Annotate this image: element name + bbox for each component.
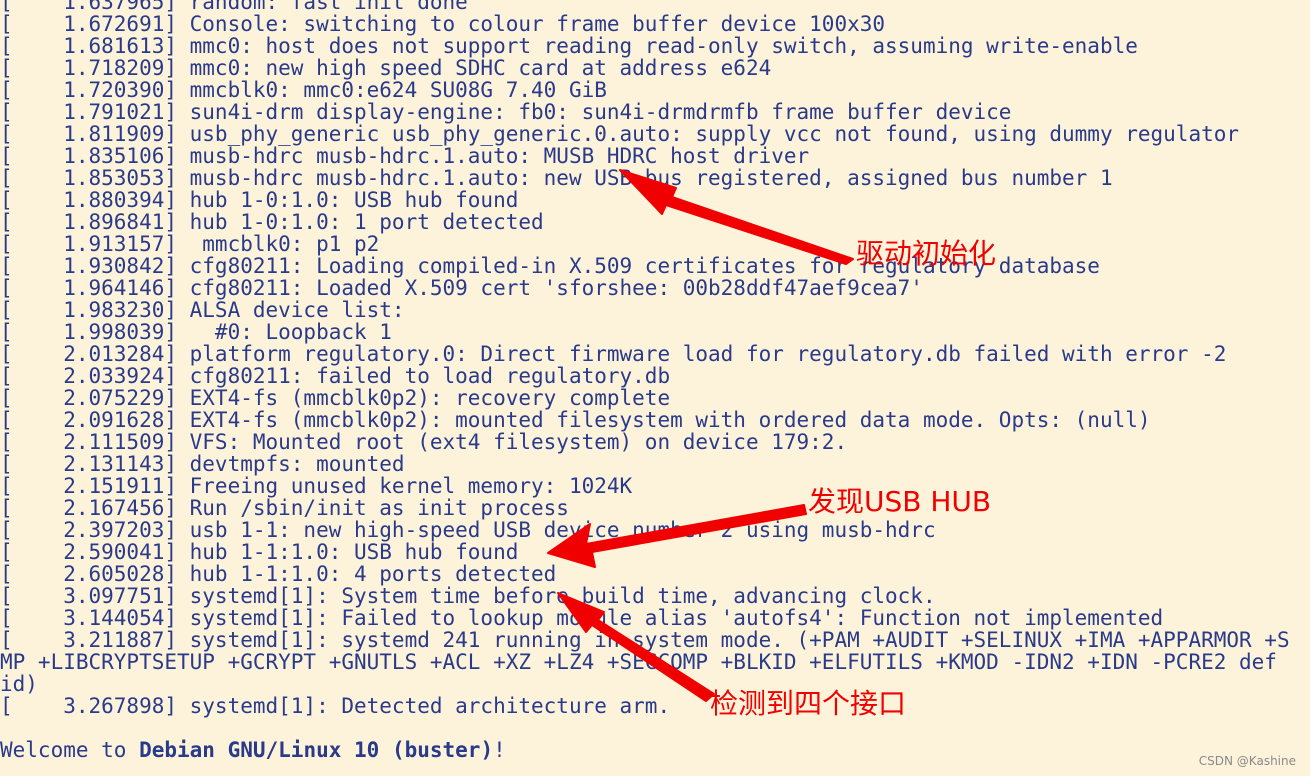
log-line: [ 2.111509] VFS: Mounted root (ext4 file… xyxy=(0,430,848,454)
log-line: [ 2.131143] devtmpfs: mounted xyxy=(0,452,405,476)
log-line: [ 2.151911] Freeing unused kernel memory… xyxy=(0,474,633,498)
log-line: [ 1.913157] mmcblk0: p1 p2 xyxy=(0,232,380,256)
log-line: [ 3.267898] systemd[1]: Detected archite… xyxy=(0,694,671,718)
log-line: [ 2.013284] platform regulatory.0: Direc… xyxy=(0,342,1227,366)
log-line: [ 3.097751] systemd[1]: System time befo… xyxy=(0,584,936,608)
log-line: [ 1.896841] hub 1-0:1.0: 1 port detected xyxy=(0,210,544,234)
log-line: [ 3.144054] systemd[1]: Failed to lookup… xyxy=(0,606,1164,630)
log-line: [ 1.672691] Console: switching to colour… xyxy=(0,12,886,36)
log-line: [ 1.853053] musb-hdrc musb-hdrc.1.auto: … xyxy=(0,166,1113,190)
log-line: [ 1.880394] hub 1-0:1.0: USB hub found xyxy=(0,188,519,212)
annotation-four-ports: 检测到四个接口 xyxy=(710,687,907,720)
log-line: [ 2.091628] EXT4-fs (mmcblk0p2): mounted… xyxy=(0,408,1151,432)
watermark: CSDN @Kashine xyxy=(1198,754,1296,768)
log-line: [ 2.590041] hub 1-1:1.0: USB hub found xyxy=(0,540,519,564)
log-line: [ 2.167456] Run /sbin/init as init proce… xyxy=(0,496,569,520)
log-line: [ 1.681613] mmc0: host does not support … xyxy=(0,34,1138,58)
log-line: [ 1.791021] sun4i-drm display-engine: fb… xyxy=(0,100,1012,124)
welcome-prefix: Welcome to xyxy=(0,738,140,761)
log-line: [ 1.835106] musb-hdrc musb-hdrc.1.auto: … xyxy=(0,144,810,168)
log-line: [ 1.930842] cfg80211: Loading compiled-i… xyxy=(0,254,1100,278)
log-line: [ 2.605028] hub 1-1:1.0: 4 ports detecte… xyxy=(0,562,557,586)
welcome-os-name: Debian GNU/Linux 10 (buster) xyxy=(139,738,494,761)
log-line: [ 2.075229] EXT4-fs (mmcblk0p2): recover… xyxy=(0,386,671,410)
log-line: [ 2.033924] cfg80211: failed to load reg… xyxy=(0,364,671,388)
terminal-output: [ 1.637965] random: fast init done[ 1.67… xyxy=(0,0,1310,761)
log-line: id) xyxy=(0,672,38,696)
log-line: [ 1.720390] mmcblk0: mmc0:e624 SU08G 7.4… xyxy=(0,78,607,102)
welcome-suffix: ! xyxy=(493,738,506,761)
log-line: [ 1.964146] cfg80211: Loaded X.509 cert … xyxy=(0,276,923,300)
annotation-usb-hub-found: 发现USB HUB xyxy=(808,485,992,518)
log-line: MP +LIBCRYPTSETUP +GCRYPT +GNUTLS +ACL +… xyxy=(0,650,1277,674)
log-line: [ 1.718209] mmc0: new high speed SDHC ca… xyxy=(0,56,772,80)
annotation-driver-init: 驱动初始化 xyxy=(856,237,997,270)
welcome-line: Welcome to Debian GNU/Linux 10 (buster)! xyxy=(0,739,1310,761)
log-line: [ 1.811909] usb_phy_generic usb_phy_gene… xyxy=(0,122,1240,146)
log-line: [ 1.983230] ALSA device list: xyxy=(0,298,405,322)
log-line: [ 1.998039] #0: Loopback 1 xyxy=(0,320,392,344)
log-line: [ 2.397203] usb 1-1: new high-speed USB … xyxy=(0,518,936,542)
log-line: [ 3.211887] systemd[1]: systemd 241 runn… xyxy=(0,628,1290,652)
